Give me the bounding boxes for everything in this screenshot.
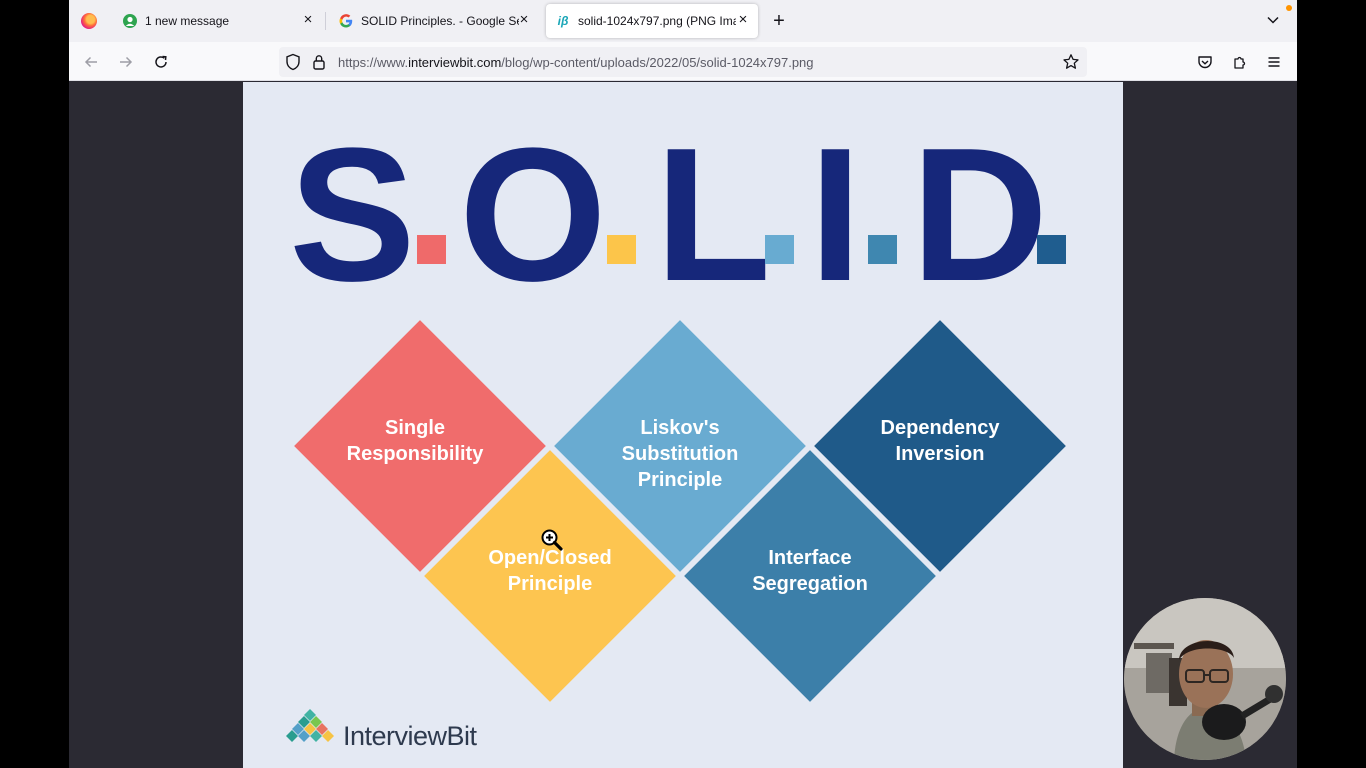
close-tab-icon[interactable]: × [301,12,315,27]
webcam-video-overlay [1124,598,1286,760]
label-liskov-substitution: Liskov's Substitution Principle [621,417,739,491]
tab-title: solid-1024x797.png (PNG Image [578,14,736,28]
tab-messages[interactable]: 1 new message × [113,4,323,38]
tab-title: 1 new message [145,14,230,28]
zoom-in-cursor-icon [541,529,563,551]
tab-solid-image[interactable]: iβ solid-1024x797.png (PNG Image × [546,4,758,38]
pocket-icon[interactable] [1195,52,1215,72]
tab-strip: 1 new message × SOLID Principles. - Goog… [69,0,1297,42]
reload-icon[interactable] [151,52,171,72]
chat-avatar-icon [123,14,137,28]
url-path: /blog/wp-content/uploads/2022/05/solid-1… [501,55,814,70]
hamburger-menu-icon[interactable] [1264,52,1284,72]
google-icon [339,14,353,28]
title-dot-2 [607,235,636,264]
label-interface-segregation: Interface Segregation [752,547,868,595]
firefox-window: 1 new message × SOLID Principles. - Goog… [69,0,1297,768]
star-bookmark-icon[interactable] [1062,53,1080,76]
tab-title: SOLID Principles. - Google Sear [361,14,519,28]
navigation-toolbar: https://www.interviewbit.com/blog/wp-con… [69,42,1297,81]
title-letter-s: S [289,109,416,321]
title-letter-d: D [911,109,1049,321]
title-dot-5 [1037,235,1066,264]
title-letter-l: L [655,109,772,321]
url-bar[interactable]: https://www.interviewbit.com/blog/wp-con… [279,47,1087,77]
back-arrow-icon[interactable] [81,52,101,72]
url-text[interactable]: https://www.interviewbit.com/blog/wp-con… [338,55,814,70]
solid-infographic-image[interactable]: S O L I D Single Responsibility Liskov's… [243,82,1123,768]
lock-icon[interactable] [312,53,326,76]
close-tab-icon[interactable]: × [517,12,531,27]
firefox-icon[interactable] [81,13,97,29]
label-dependency-inversion: Dependency Inversion [880,417,1000,465]
title-dot-4 [868,235,897,264]
tab-google-search[interactable]: SOLID Principles. - Google Sear × [329,4,539,38]
title-letter-i: I [809,109,862,321]
notification-dot [1286,5,1292,11]
close-tab-icon[interactable]: × [736,12,750,27]
title-dot-3 [765,235,794,264]
screen: 1 new message × SOLID Principles. - Goog… [0,0,1366,768]
chevron-down-icon[interactable] [1265,12,1281,28]
label-open-closed: Open/Closed Principle [488,547,612,595]
url-prefix: https://www. [338,55,409,70]
shield-icon[interactable] [285,53,301,76]
title-dot-1 [417,235,446,264]
image-viewer: S O L I D Single Responsibility Liskov's… [69,82,1297,768]
interviewbit-icon: iβ [557,14,569,28]
url-host: interviewbit.com [408,55,502,70]
tab-separator [325,12,326,30]
title-letter-o: O [459,109,607,321]
new-tab-button[interactable]: + [769,10,789,32]
interviewbit-wordmark: InterviewBit [343,721,477,751]
forward-arrow-icon[interactable] [116,52,136,72]
extensions-puzzle-icon[interactable] [1230,52,1250,72]
label-single-responsibility: Single Responsibility [346,417,484,465]
